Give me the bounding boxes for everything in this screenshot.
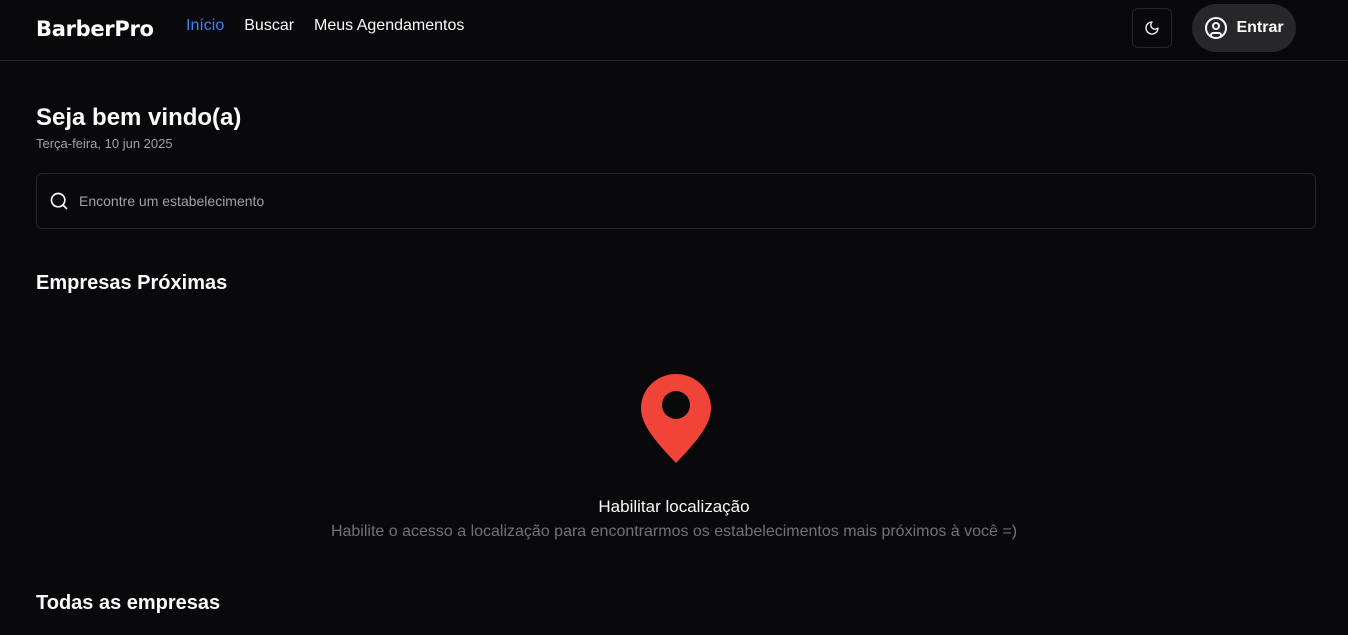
all-companies-title: Todas as empresas bbox=[36, 592, 221, 614]
login-button[interactable]: Entrar bbox=[1192, 4, 1296, 52]
nav-item-meus-agendamentos[interactable]: Meus Agendamentos bbox=[314, 17, 464, 35]
top-navbar: BarberPro Início Buscar Meus Agendamento… bbox=[0, 0, 1348, 61]
enable-location-description: Habilite o acesso a localização para enc… bbox=[330, 523, 1018, 540]
search-input[interactable] bbox=[79, 193, 1315, 209]
search-bar[interactable] bbox=[36, 173, 1316, 229]
login-button-label: Entrar bbox=[1236, 19, 1284, 36]
brand-logo[interactable]: BarberPro bbox=[36, 17, 154, 41]
enable-location-title[interactable]: Habilitar localização bbox=[0, 497, 1348, 517]
map-pin-icon[interactable] bbox=[640, 372, 712, 464]
nav-item-inicio[interactable]: Início bbox=[186, 17, 224, 35]
nav-item-buscar[interactable]: Buscar bbox=[244, 17, 294, 35]
current-date: Terça-feira, 10 jun 2025 bbox=[36, 136, 173, 151]
moon-icon bbox=[1145, 21, 1159, 35]
main-nav: Início Buscar Meus Agendamentos bbox=[186, 17, 464, 35]
theme-toggle-button[interactable] bbox=[1132, 8, 1172, 48]
welcome-heading: Seja bem vindo(a) bbox=[36, 104, 242, 131]
user-circle-icon bbox=[1205, 17, 1228, 39]
search-icon bbox=[50, 192, 68, 210]
nearby-companies-title: Empresas Próximas bbox=[36, 272, 228, 294]
